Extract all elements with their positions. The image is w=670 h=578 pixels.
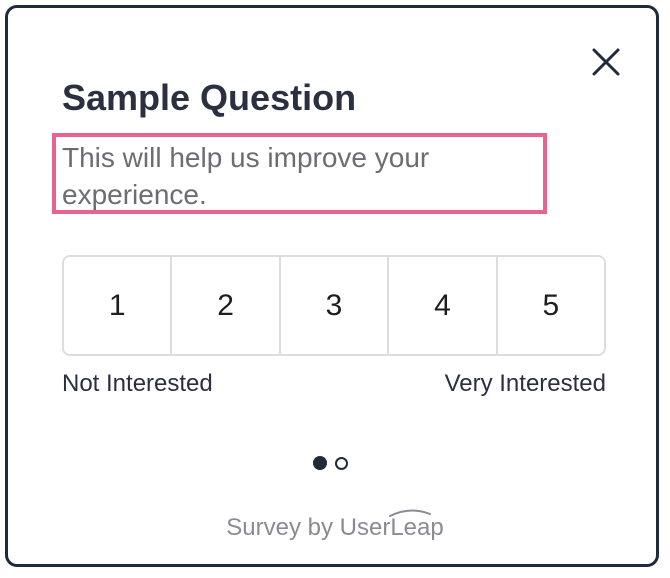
close-icon xyxy=(592,48,620,76)
pagination-dots xyxy=(313,456,348,470)
survey-footer: Survey by UserLeap xyxy=(0,509,670,544)
page-dot-active xyxy=(313,456,327,470)
question-title: Sample Question xyxy=(62,77,357,118)
rating-option-3[interactable]: 3 xyxy=(280,257,390,354)
footer-brand-link[interactable]: UserLeap xyxy=(339,509,444,544)
highlight-box xyxy=(52,133,547,214)
footer-prefix: Survey by xyxy=(226,514,340,541)
close-button[interactable] xyxy=(588,44,624,80)
rating-option-2[interactable]: 2 xyxy=(172,257,281,354)
page-dot-inactive xyxy=(335,456,348,470)
scale-low-label: Not Interested xyxy=(62,370,213,397)
rating-scale: 1 2 3 4 5 xyxy=(62,255,606,356)
footer-brand-name: UserLeap xyxy=(339,514,444,541)
rating-option-4[interactable]: 4 xyxy=(389,257,498,354)
rating-option-5[interactable]: 5 xyxy=(497,257,604,354)
scale-high-label: Very Interested xyxy=(444,370,606,397)
brand-arc-icon xyxy=(388,509,431,517)
rating-option-1[interactable]: 1 xyxy=(64,257,173,354)
